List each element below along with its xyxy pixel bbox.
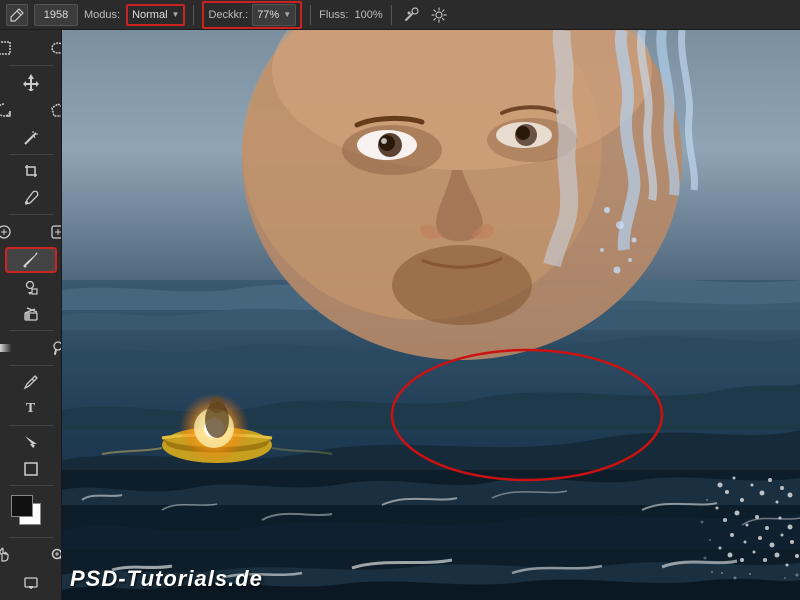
magic-wand-tool[interactable] (5, 125, 57, 151)
separator-3 (391, 5, 392, 25)
lasso-tool[interactable] (0, 96, 30, 124)
divider-6 (9, 425, 53, 426)
text-tool[interactable]: T (5, 396, 57, 422)
color-swatches[interactable] (11, 495, 51, 528)
divider-8 (9, 537, 53, 538)
screen-mode-icon[interactable] (5, 570, 57, 596)
opacity-section: Deckkr.: 77% ▼ (202, 1, 302, 29)
patch-tool[interactable] (32, 218, 63, 246)
fill-tools (0, 334, 62, 362)
deckkr-arrow-icon: ▼ (283, 10, 291, 19)
foreground-color-swatch[interactable] (11, 495, 33, 517)
lasso-tools (0, 96, 62, 124)
modus-label: Modus: (84, 9, 120, 21)
eyedropper-tool[interactable] (5, 185, 57, 211)
shape-tool[interactable] (5, 456, 57, 482)
settings-icon[interactable] (428, 4, 450, 26)
separator-1 (193, 5, 194, 25)
top-toolbar: 1958 Modus: Normal ▼ Deckkr.: 77% ▼ Flus… (0, 0, 800, 30)
marquee-tools (0, 34, 62, 62)
separator-2 (310, 5, 311, 25)
hand-tool[interactable] (0, 541, 30, 569)
bottom-watermark-text: PSD-Tutorials.de (70, 566, 263, 592)
divider-3 (9, 214, 53, 215)
brush-tool[interactable] (5, 247, 57, 273)
divider-1 (9, 65, 53, 66)
airbrush-icon[interactable] (400, 4, 422, 26)
polygonal-lasso-tool[interactable] (32, 96, 63, 124)
pen-tool[interactable] (5, 369, 57, 395)
crop-tool[interactable] (5, 158, 57, 184)
dodge-tool[interactable] (32, 334, 63, 362)
heal-tools (0, 218, 62, 246)
fluss-label: Fluss: (319, 9, 348, 21)
brush-tool-icon[interactable] (6, 4, 28, 26)
move-tool[interactable] (5, 69, 57, 95)
divider-4 (9, 330, 53, 331)
fluss-value: 100% (354, 9, 382, 21)
left-toolbox: T (0, 30, 62, 600)
main-area: T (0, 30, 800, 600)
deckkr-value: 77% (257, 9, 279, 21)
divider-2 (9, 154, 53, 155)
nav-tools (0, 541, 62, 569)
marquee-ellipse-tool[interactable] (32, 34, 63, 62)
gradient-tool[interactable] (0, 334, 30, 362)
zoom-tool[interactable] (32, 541, 63, 569)
modus-value: Normal (132, 9, 167, 21)
divider-7 (9, 485, 53, 486)
modus-dropdown[interactable]: Normal ▼ (126, 4, 185, 26)
modus-arrow-icon: ▼ (172, 10, 180, 19)
clone-stamp-tool[interactable] (5, 274, 57, 300)
brush-size-display[interactable]: 1958 (34, 4, 78, 26)
deckkr-dropdown[interactable]: 77% ▼ (252, 4, 296, 26)
deckkr-label: Deckkr.: (208, 9, 248, 21)
heal-tool[interactable] (0, 218, 30, 246)
eraser-tool[interactable] (5, 301, 57, 327)
marquee-rect-tool[interactable] (0, 34, 30, 62)
canvas-area[interactable]: PSD-Tutorials.de (62, 30, 800, 600)
divider-5 (9, 365, 53, 366)
path-select-tool[interactable] (5, 429, 57, 455)
